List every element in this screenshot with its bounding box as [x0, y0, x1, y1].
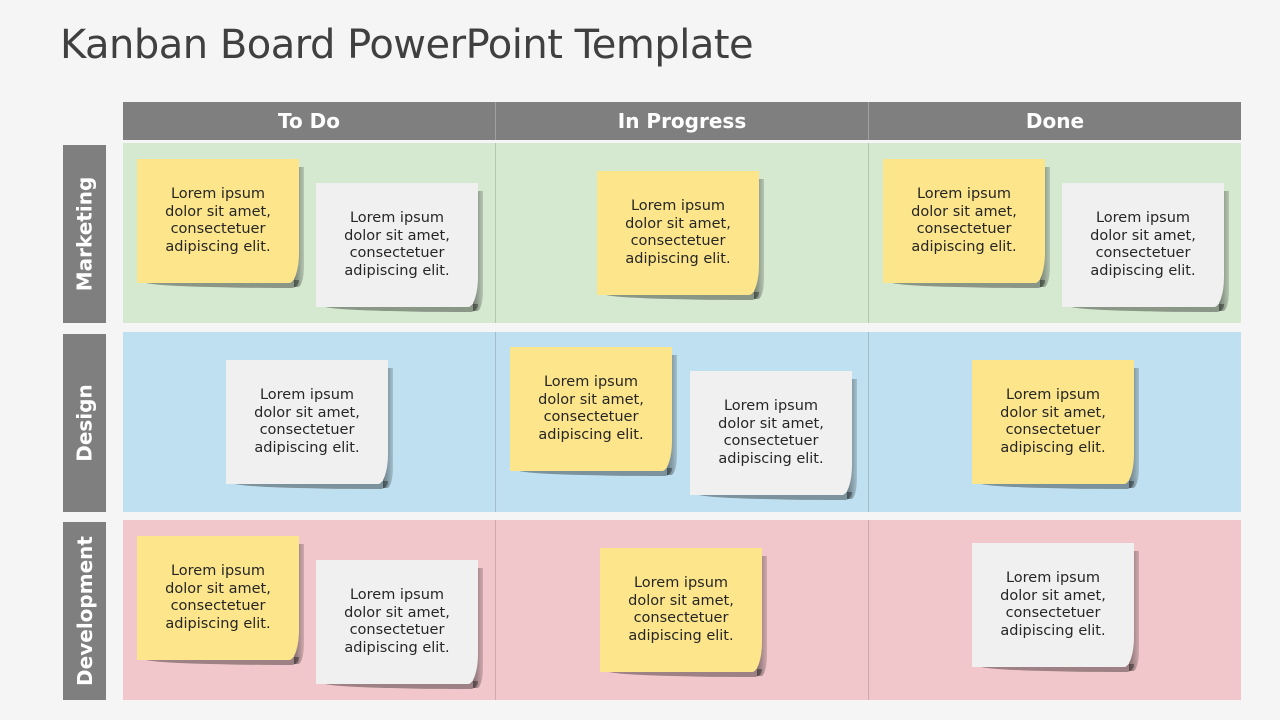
note-text: Lorem ipsum dolor sit amet, consectetuer…: [1000, 570, 1106, 639]
cell-marketing-done: Lorem ipsum dolor sit amet, consectetuer…: [869, 143, 1241, 323]
lane-design: Lorem ipsum dolor sit amet, consectetuer…: [123, 332, 1241, 512]
cell-design-to-do: Lorem ipsum dolor sit amet, consectetuer…: [123, 332, 496, 512]
sticky-note[interactable]: Lorem ipsum dolor sit amet, consectetuer…: [226, 360, 393, 489]
sticky-note[interactable]: Lorem ipsum dolor sit amet, consectetuer…: [1062, 183, 1229, 312]
sticky-note[interactable]: Lorem ipsum dolor sit amet, consectetuer…: [316, 560, 483, 689]
lane-marketing: Lorem ipsum dolor sit amet, consectetuer…: [123, 143, 1241, 323]
cell-design-done: Lorem ipsum dolor sit amet, consectetuer…: [869, 332, 1241, 512]
cell-marketing-to-do: Lorem ipsum dolor sit amet, consectetuer…: [123, 143, 496, 323]
note-text: Lorem ipsum dolor sit amet, consectetuer…: [165, 186, 271, 255]
cell-design-in-progress: Lorem ipsum dolor sit amet, consectetuer…: [496, 332, 869, 512]
sticky-note[interactable]: Lorem ipsum dolor sit amet, consectetuer…: [137, 536, 304, 665]
note-text: Lorem ipsum dolor sit amet, consectetuer…: [1090, 210, 1196, 279]
cell-marketing-in-progress: Lorem ipsum dolor sit amet, consectetuer…: [496, 143, 869, 323]
cell-development-in-progress: Lorem ipsum dolor sit amet, consectetuer…: [496, 520, 869, 700]
note-text: Lorem ipsum dolor sit amet, consectetuer…: [1000, 387, 1106, 456]
row-label-text: Marketing: [72, 176, 97, 292]
row-label-development: Development: [63, 522, 106, 700]
column-header-to-do: To Do: [123, 102, 496, 140]
row-label-design: Design: [63, 334, 106, 512]
column-header-in-progress: In Progress: [496, 102, 869, 140]
row-label-marketing: Marketing: [63, 145, 106, 323]
row-label-text: Development: [72, 536, 97, 686]
note-text: Lorem ipsum dolor sit amet, consectetuer…: [538, 374, 644, 443]
note-text: Lorem ipsum dolor sit amet, consectetuer…: [911, 186, 1017, 255]
column-header-done: Done: [1025, 109, 1085, 133]
note-text: Lorem ipsum dolor sit amet, consectetuer…: [718, 398, 824, 467]
sticky-note[interactable]: Lorem ipsum dolor sit amet, consectetuer…: [690, 371, 857, 500]
sticky-note[interactable]: Lorem ipsum dolor sit amet, consectetuer…: [972, 543, 1139, 672]
row-label-text: Design: [72, 384, 97, 462]
note-text: Lorem ipsum dolor sit amet, consectetuer…: [165, 563, 271, 632]
note-text: Lorem ipsum dolor sit amet, consectetuer…: [628, 575, 734, 644]
note-text: Lorem ipsum dolor sit amet, consectetuer…: [344, 587, 450, 656]
sticky-note[interactable]: Lorem ipsum dolor sit amet, consectetuer…: [600, 548, 767, 677]
note-text: Lorem ipsum dolor sit amet, consectetuer…: [344, 210, 450, 279]
sticky-note[interactable]: Lorem ipsum dolor sit amet, consectetuer…: [316, 183, 483, 312]
column-header-row: To Do In Progress Done: [123, 102, 1241, 140]
sticky-note[interactable]: Lorem ipsum dolor sit amet, consectetuer…: [137, 159, 304, 288]
sticky-note[interactable]: Lorem ipsum dolor sit amet, consectetuer…: [510, 347, 677, 476]
lane-development: Lorem ipsum dolor sit amet, consectetuer…: [123, 520, 1241, 700]
cell-development-done: Lorem ipsum dolor sit amet, consectetuer…: [869, 520, 1241, 700]
slide-title: Kanban Board PowerPoint Template: [60, 22, 754, 68]
sticky-note[interactable]: Lorem ipsum dolor sit amet, consectetuer…: [883, 159, 1050, 288]
note-text: Lorem ipsum dolor sit amet, consectetuer…: [625, 198, 731, 267]
cell-development-to-do: Lorem ipsum dolor sit amet, consectetuer…: [123, 520, 496, 700]
note-text: Lorem ipsum dolor sit amet, consectetuer…: [254, 387, 360, 456]
sticky-note[interactable]: Lorem ipsum dolor sit amet, consectetuer…: [597, 171, 764, 300]
sticky-note[interactable]: Lorem ipsum dolor sit amet, consectetuer…: [972, 360, 1139, 489]
